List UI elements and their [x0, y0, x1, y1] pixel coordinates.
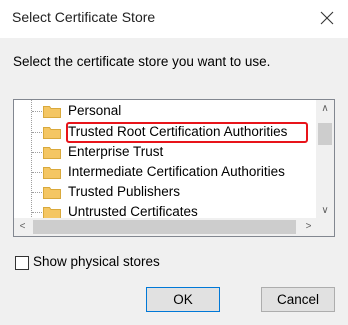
dialog-body: Select the certificate store you want to… [0, 38, 348, 325]
window-title: Select Certificate Store [12, 9, 156, 25]
show-physical-stores-checkbox[interactable] [15, 256, 29, 270]
vertical-scrollbar[interactable]: ∧ ∨ [316, 100, 334, 219]
tree-item-trusted-publishers[interactable]: Trusted Publishers [14, 182, 317, 202]
scroll-left-arrow-icon[interactable]: < [14, 218, 31, 236]
close-icon [320, 11, 334, 25]
tree-item-label: Trusted Root Certification Authorities [68, 124, 288, 139]
folder-icon [43, 147, 61, 159]
instruction-text: Select the certificate store you want to… [13, 54, 271, 69]
scroll-right-arrow-icon[interactable]: > [300, 218, 317, 236]
tree-item-enterprise-trust[interactable]: Enterprise Trust [14, 142, 317, 162]
folder-icon [43, 106, 61, 118]
tree-view: Personal Trusted Root Certification Auth… [14, 100, 317, 219]
tree-item-label: Untrusted Certificates [68, 204, 198, 219]
tree-item-label: Personal [68, 103, 122, 118]
horizontal-scrollbar[interactable]: < > [14, 218, 317, 236]
folder-icon [43, 187, 61, 199]
tree-item-label: Enterprise Trust [68, 144, 164, 159]
ok-button[interactable]: OK [146, 287, 220, 312]
tree-item-label: Trusted Publishers [68, 184, 181, 199]
tree-item-intermediate-ca[interactable]: Intermediate Certification Authorities [14, 162, 317, 182]
show-physical-stores-label[interactable]: Show physical stores [33, 254, 160, 269]
tree-item-trusted-root[interactable]: Trusted Root Certification Authorities [14, 122, 317, 142]
horizontal-scroll-thumb[interactable] [33, 220, 296, 234]
cancel-button[interactable]: Cancel [261, 287, 335, 312]
title-bar: Select Certificate Store [0, 0, 348, 38]
vertical-scroll-thumb[interactable] [318, 123, 332, 145]
tree-item-untrusted-certificates[interactable]: Untrusted Certificates [14, 202, 317, 219]
tree-item-label: Intermediate Certification Authorities [68, 164, 285, 179]
folder-icon [43, 127, 61, 139]
scrollbar-corner [316, 218, 334, 236]
certificate-store-tree[interactable]: Personal Trusted Root Certification Auth… [13, 99, 335, 237]
folder-icon [43, 207, 61, 219]
tree-item-personal[interactable]: Personal [14, 101, 317, 121]
scroll-up-arrow-icon[interactable]: ∧ [316, 100, 334, 117]
scroll-down-arrow-icon[interactable]: ∨ [316, 202, 334, 219]
folder-icon [43, 167, 61, 179]
close-button[interactable] [316, 7, 338, 29]
